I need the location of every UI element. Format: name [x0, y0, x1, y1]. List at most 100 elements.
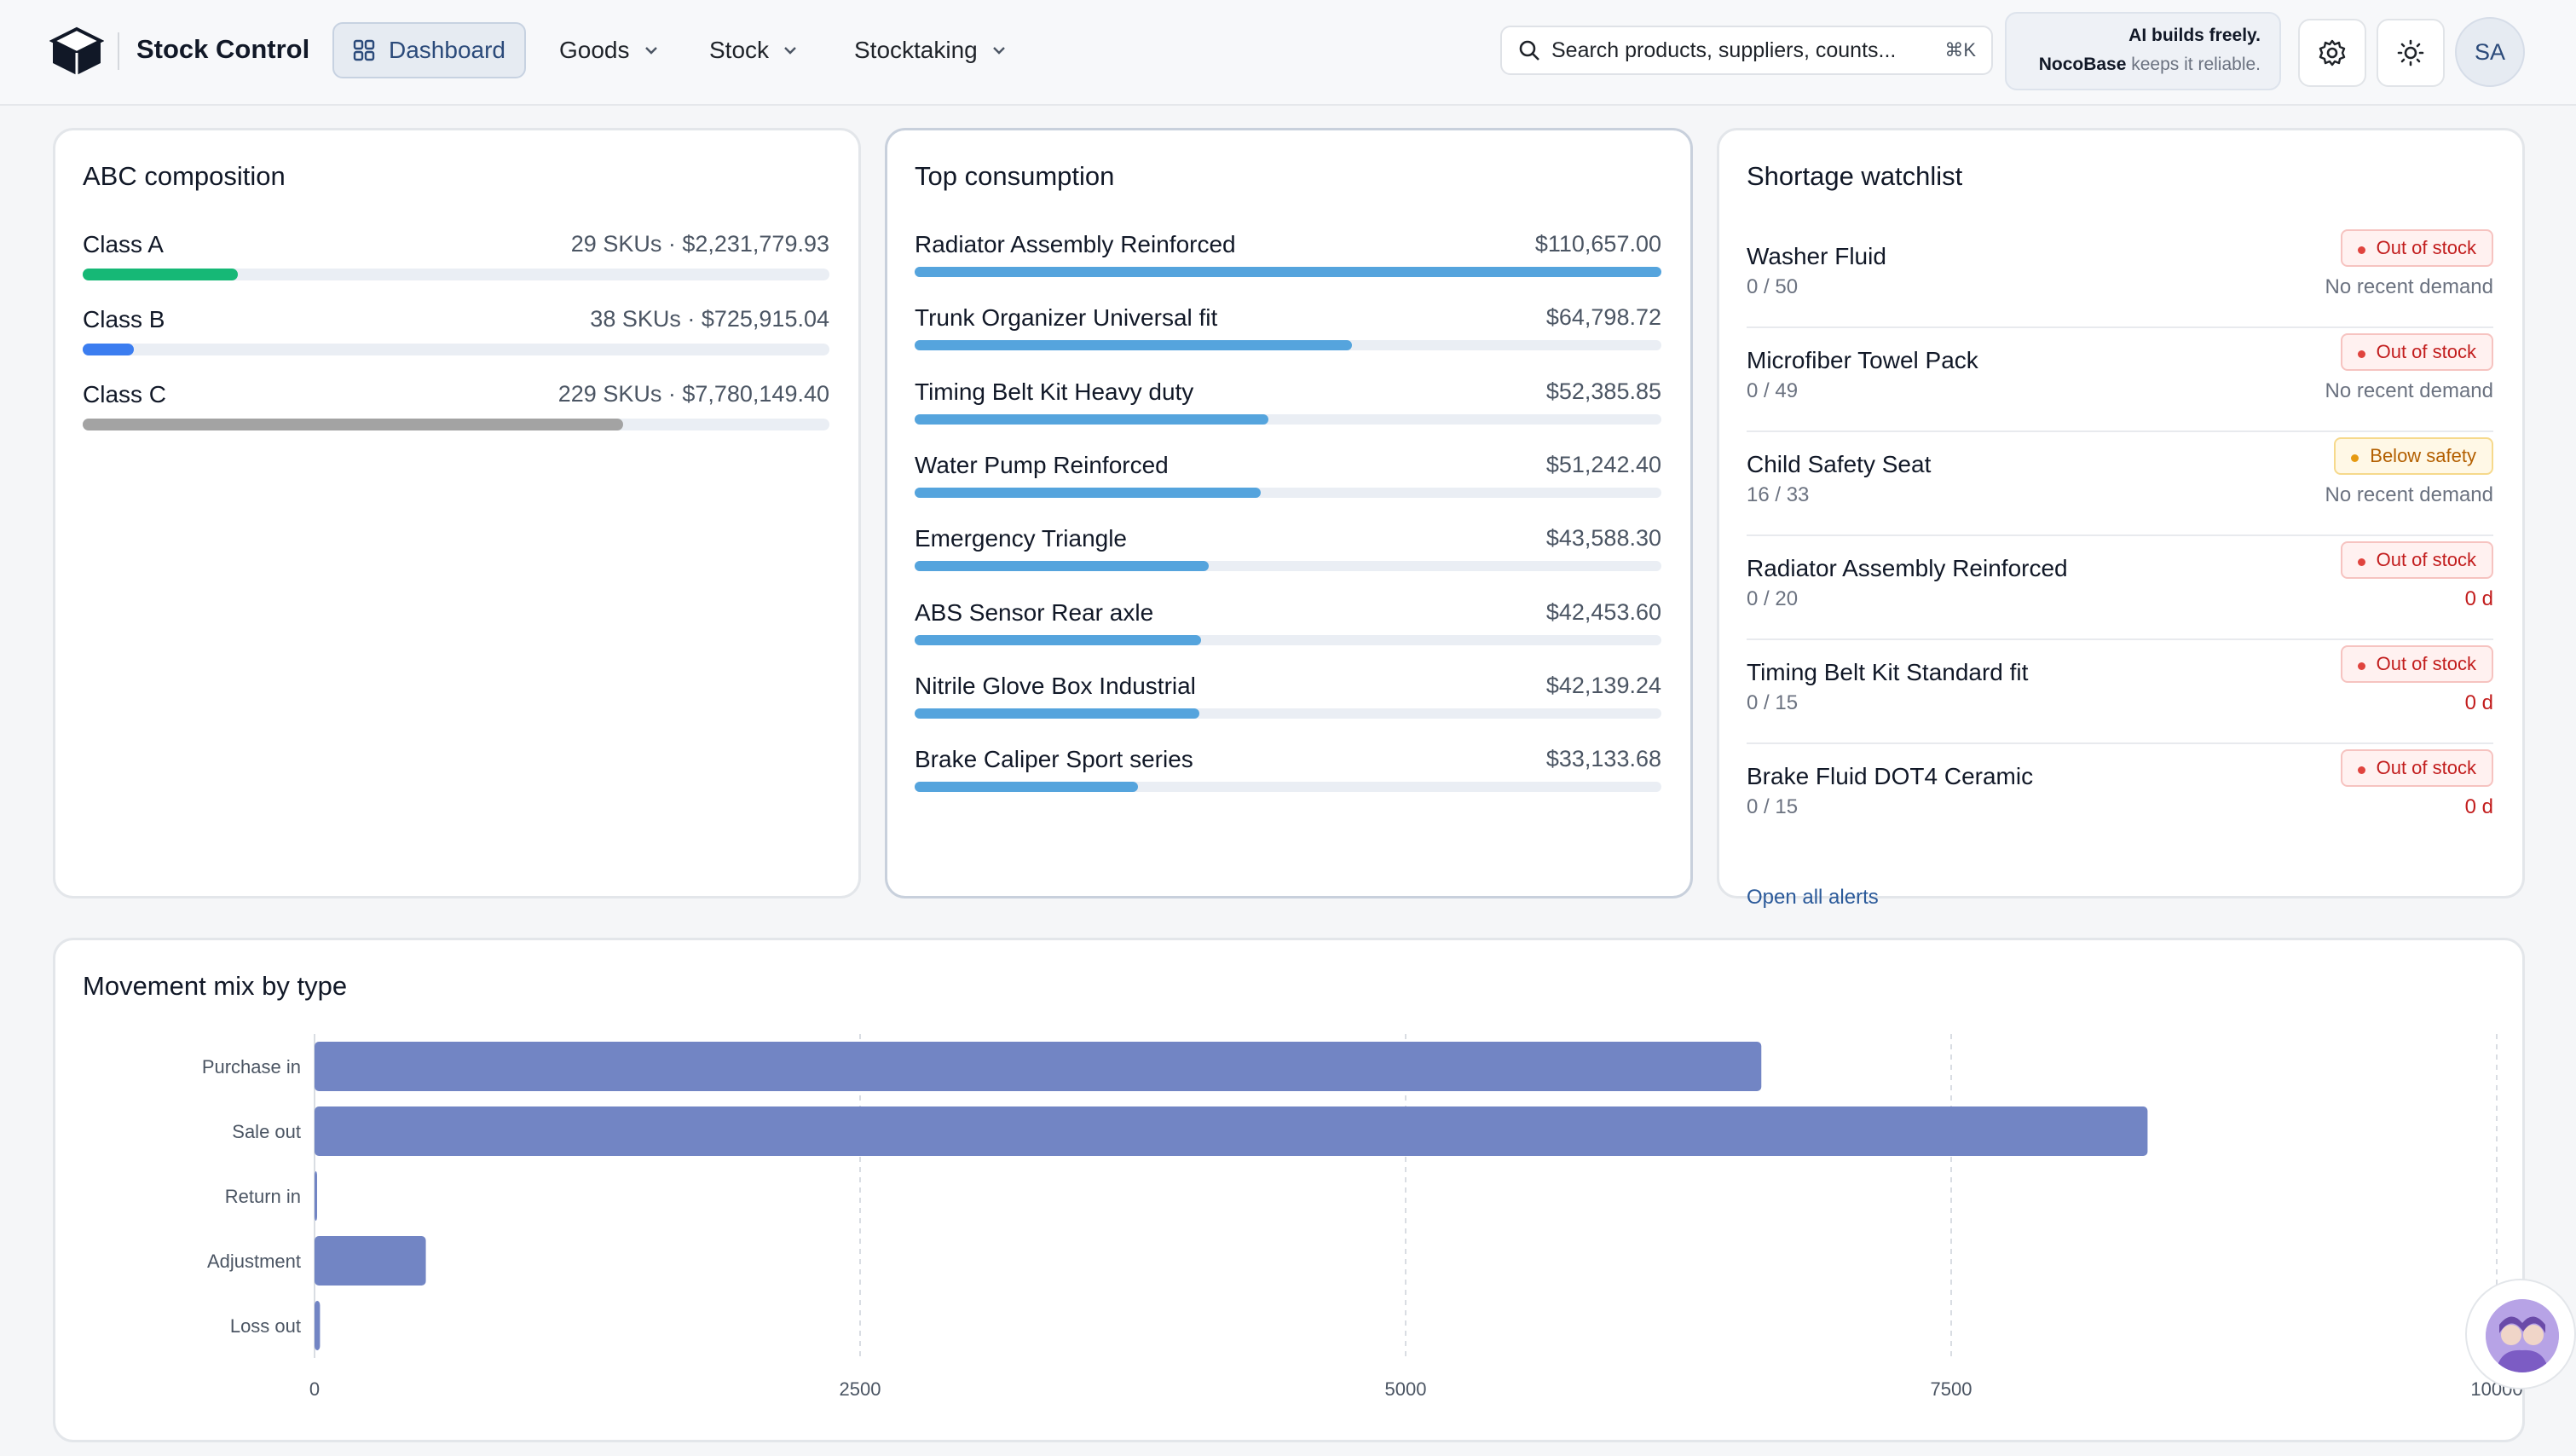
abc-composition-card: ABC composition Class A 29 SKUs · $2,231,… [53, 128, 861, 898]
abc-bar-fill [83, 344, 134, 355]
status-badge: Below safety [2334, 437, 2493, 475]
consumption-row: Radiator Assembly Reinforced $110,657.00 [915, 231, 1661, 277]
movement-bar-loss-out[interactable] [315, 1301, 321, 1350]
consumption-item-value: $33,133.68 [1545, 746, 1661, 772]
movement-bar-return-in[interactable] [315, 1171, 317, 1221]
watchlist-item-demand: No recent demand [2325, 379, 2493, 402]
abc-bar-track [83, 419, 829, 430]
chevron-down-icon [992, 47, 1005, 55]
watchlist-item-name: Brake Fluid DOT4 Ceramic [1747, 763, 2034, 789]
watchlist-item-stock: 0 / 15 [1747, 691, 1799, 714]
abc-row-value: 38 SKUs · $725,915.04 [590, 306, 829, 332]
consumption-item-value: $51,242.40 [1545, 451, 1661, 477]
status-badge: Out of stock [2340, 229, 2493, 267]
watchlist-item[interactable]: Radiator Assembly Reinforced 0 / 20 Out of… [1747, 536, 2493, 640]
nav-goods-label: Goods [559, 37, 630, 63]
watchlist-item-stock: 0 / 20 [1747, 587, 1799, 610]
watchlist-item-name: Radiator Assembly Reinforced [1747, 555, 2068, 581]
nocobase-promo[interactable]: AI builds freely. NocoBase keeps it reli… [2005, 12, 2281, 90]
y-category-label: Return in [225, 1186, 301, 1207]
x-tick-label: 0 [309, 1378, 320, 1400]
consumption-row: ABS Sensor Rear axle $42,453.60 [915, 598, 1661, 645]
shortage-watchlist-card: Shortage watchlist Washer Fluid 0 / 50 Out… [1717, 128, 2525, 909]
nav-stocktaking-label: Stocktaking [854, 37, 978, 63]
chevron-down-icon [644, 47, 657, 55]
open-all-alerts-link[interactable]: Open all alerts [1747, 886, 1879, 910]
watchlist-item-demand: No recent demand [2325, 483, 2493, 506]
status-badge: Out of stock [2340, 749, 2493, 787]
gear-icon [2319, 39, 2346, 66]
promo-tail: keeps it reliable. [2131, 55, 2261, 74]
watchlist-item-name: Timing Belt Kit Standard fit [1747, 659, 2029, 685]
consumption-item-value: $43,588.30 [1545, 525, 1661, 552]
watchlist-item-demand: No recent demand [2325, 275, 2493, 298]
settings-button[interactable] [2298, 19, 2366, 87]
user-avatar[interactable]: SA [2455, 17, 2525, 87]
chevron-down-icon [784, 47, 796, 55]
x-tick-label: 7500 [1931, 1378, 1972, 1400]
watchlist-item-demand: 0 d [2464, 795, 2493, 818]
nav-goods[interactable]: Goods [540, 22, 679, 78]
logo-divider [118, 32, 119, 70]
abc-bar-fill [83, 269, 239, 280]
watchlist-item[interactable]: Microfiber Towel Pack 0 / 49 Out of stock N… [1747, 328, 2493, 432]
movement-bar-sale-out[interactable] [315, 1106, 2148, 1156]
search-input[interactable] [1551, 38, 1937, 63]
promo-line1: AI builds freely. [2128, 26, 2261, 45]
abc-title: ABC composition [83, 161, 286, 191]
nav-dashboard-label: Dashboard [389, 37, 505, 63]
consumption-row: Brake Caliper Sport series $33,133.68 [915, 746, 1661, 793]
movement-bar-adjustment[interactable] [315, 1236, 426, 1286]
nav-stocktaking[interactable]: Stocktaking [835, 22, 1027, 78]
dashboard-grid-icon [353, 39, 375, 61]
consumption-row: Timing Belt Kit Heavy duty $52,385.85 [915, 378, 1661, 425]
watchlist-item[interactable]: Child Safety Seat 16 / 33 Below safety No r… [1747, 432, 2493, 536]
consumption-bar-track [915, 340, 1661, 351]
abc-bar-track [83, 344, 829, 355]
consumption-bar-fill [915, 340, 1352, 351]
watchlist-item[interactable]: Washer Fluid 0 / 50 Out of stock No recent … [1747, 224, 2493, 328]
global-search[interactable]: ⌘K [1500, 26, 1993, 75]
consumption-bar-fill [915, 267, 1661, 277]
abc-row-value: 29 SKUs · $2,231,779.93 [570, 231, 829, 257]
watchlist-item[interactable]: Timing Belt Kit Standard fit 0 / 15 Out of… [1747, 640, 2493, 744]
abc-bar-track [83, 269, 829, 280]
consumption-bar-fill [915, 413, 1268, 425]
consumption-bar-track [915, 561, 1661, 572]
abc-row-class-b: Class B 38 SKUs · $725,915.04 [83, 306, 829, 355]
status-badge: Out of stock [2340, 541, 2493, 579]
consumption-item-value: $64,798.72 [1545, 304, 1661, 331]
movement-bar-purchase-in[interactable] [315, 1042, 1762, 1091]
top-header: Stock Control Dashboard Goods Stock Stoc… [0, 0, 2576, 106]
theme-toggle-button[interactable] [2377, 19, 2445, 87]
nav-dashboard[interactable]: Dashboard [332, 22, 526, 78]
logo-icon[interactable] [49, 26, 104, 77]
watchlist-item[interactable]: Brake Fluid DOT4 Ceramic 0 / 15 Out of sto… [1747, 744, 2493, 848]
consumption-row: Emergency Triangle $43,588.30 [915, 525, 1661, 572]
consumption-item-value: $110,657.00 [1534, 231, 1661, 257]
nav-stock-label: Stock [709, 37, 770, 63]
consumption-bar-track [915, 413, 1661, 425]
promo-brand: NocoBase [2038, 55, 2127, 74]
consumption-bar-fill [915, 487, 1261, 498]
ai-assistant-avatar-icon [2486, 1299, 2559, 1372]
consumption-item-value: $52,385.85 [1545, 378, 1661, 404]
watchlist-title: Shortage watchlist [1747, 161, 1963, 191]
consumption-item-value: $42,453.60 [1545, 598, 1661, 625]
abc-row-class-c: Class C 229 SKUs · $7,780,149.40 [83, 381, 829, 430]
watchlist-item-name: Microfiber Towel Pack [1747, 347, 1978, 373]
consumption-bar-fill [915, 782, 1139, 793]
consumption-item-value: $42,139.24 [1545, 672, 1661, 698]
consumption-bar-track [915, 487, 1661, 498]
watchlist-item-stock: 0 / 15 [1747, 795, 1799, 818]
consumption-bar-track [915, 267, 1661, 277]
app-title[interactable]: Stock Control [136, 34, 309, 65]
consumption-bar-fill [915, 708, 1199, 719]
consumption-bar-track [915, 634, 1661, 645]
top-consumption-card: Top consumption Radiator Assembly Reinfo… [885, 128, 1693, 898]
consumption-row: Nitrile Glove Box Industrial $42,139.24 [915, 672, 1661, 719]
watchlist-item-stock: 0 / 50 [1747, 275, 1799, 298]
y-category-label: Loss out [230, 1315, 301, 1337]
nav-stock[interactable]: Stock [690, 22, 818, 78]
ai-assistant-button[interactable] [2465, 1279, 2576, 1390]
